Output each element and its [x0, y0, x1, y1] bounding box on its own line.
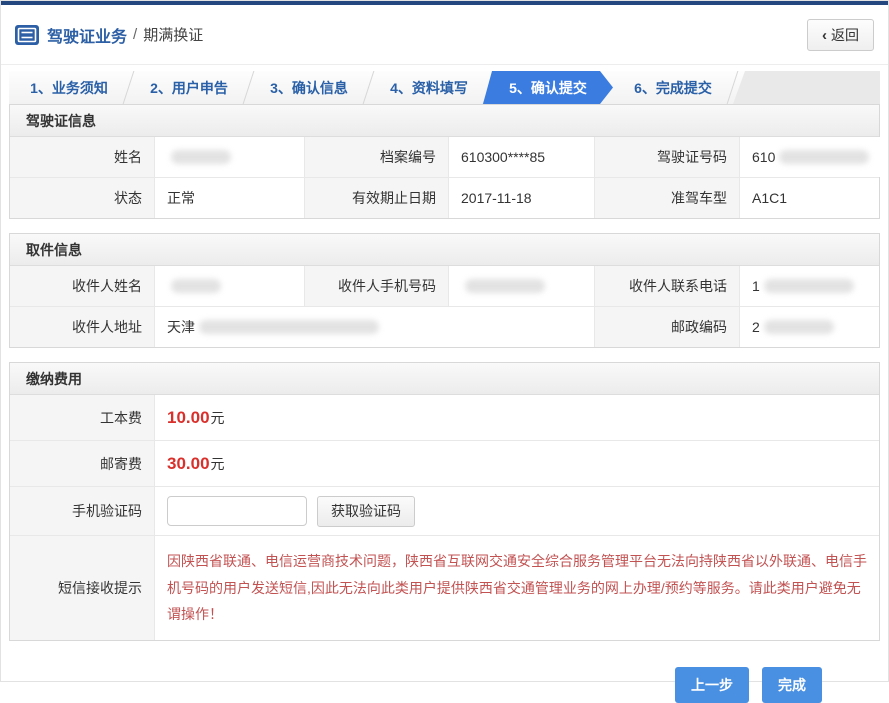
field-label-postal-code: 邮政编码: [594, 307, 739, 347]
back-button[interactable]: ‹ 返回: [807, 19, 874, 51]
field-label-expiry: 有效期止日期: [304, 178, 448, 218]
sms-code-input[interactable]: [167, 496, 307, 526]
table-row: 工本费 10.00元: [10, 395, 879, 441]
step-tab-3[interactable]: 3、确认信息: [249, 71, 369, 104]
field-label-recipient-name: 收件人姓名: [10, 266, 154, 306]
sms-notice-cell: 因陕西省联通、电信运营商技术问题，陕西省互联网交通安全综合服务管理平台无法向持陕…: [154, 536, 879, 640]
field-value-status: 正常: [154, 178, 304, 218]
redacted-value: [764, 320, 834, 334]
field-value-license-no: 610: [739, 137, 881, 177]
license-info-section: 驾驶证信息 姓名 档案编号 610300****85 驾驶证号码 610 状态 …: [9, 104, 880, 219]
back-button-label: 返回: [831, 25, 859, 45]
field-value-expiry: 2017-11-18: [448, 178, 594, 218]
field-label-file-no: 档案编号: [304, 137, 448, 177]
table-row: 邮寄费 30.00元: [10, 441, 879, 487]
page-header: 驾驶证业务 / 期满换证 ‹ 返回: [1, 5, 888, 65]
field-label-vehicle-class: 准驾车型: [594, 178, 739, 218]
finish-button[interactable]: 完成: [762, 667, 822, 703]
table-row: 状态 正常 有效期止日期 2017-11-18 准驾车型 A1C1: [10, 178, 879, 218]
step-tab-6[interactable]: 6、完成提交: [613, 71, 733, 104]
field-label-production-fee: 工本费: [10, 395, 154, 440]
redacted-value: [199, 320, 379, 334]
fees-section-title: 缴纳费用: [10, 363, 879, 395]
field-label-postage-fee: 邮寄费: [10, 441, 154, 486]
table-row: 收件人姓名 收件人手机号码 收件人联系电话 1: [10, 266, 879, 307]
license-section-title: 驾驶证信息: [10, 105, 879, 137]
fee-unit: 元: [211, 408, 225, 428]
redacted-value: [764, 279, 854, 293]
redacted-value: [171, 150, 231, 164]
field-label-address: 收件人地址: [10, 307, 154, 347]
step-tab-2[interactable]: 2、用户申告: [129, 71, 249, 104]
field-value-contact-phone: 1: [739, 266, 879, 306]
field-value-postage-fee: 30.00元: [154, 441, 879, 486]
sms-notice-text: 因陕西省联通、电信运营商技术问题，陕西省互联网交通安全综合服务管理平台无法向持陕…: [167, 548, 867, 628]
field-label-contact-phone: 收件人联系电话: [594, 266, 739, 306]
table-row: 姓名 档案编号 610300****85 驾驶证号码 610: [10, 137, 879, 178]
tabs-filler: [733, 71, 880, 104]
production-fee-amount: 10.00: [167, 408, 210, 428]
pickup-section-title: 取件信息: [10, 234, 879, 266]
table-row: 手机验证码 获取验证码: [10, 487, 879, 536]
step-tabs: 1、业务须知 2、用户申告 3、确认信息 4、资料填写 5、确认提交 6、完成提…: [9, 71, 880, 104]
field-label-license-no: 驾驶证号码: [594, 137, 739, 177]
chevron-left-icon: ‹: [822, 28, 827, 43]
field-value-address: 天津: [154, 307, 594, 347]
field-label-sms-notice: 短信接收提示: [10, 536, 154, 640]
field-value-name: [154, 137, 304, 177]
field-value-production-fee: 10.00元: [154, 395, 879, 440]
fee-unit: 元: [211, 454, 225, 474]
field-value-recipient-mobile: [448, 266, 594, 306]
field-value-recipient-name: [154, 266, 304, 306]
step-tab-4[interactable]: 4、资料填写: [369, 71, 489, 104]
bottom-actions: 上一步 完成: [1, 655, 888, 703]
field-value-vehicle-class: A1C1: [739, 178, 879, 218]
field-value-file-no: 610300****85: [448, 137, 594, 177]
sms-code-field: 获取验证码: [154, 487, 879, 535]
pickup-info-section: 取件信息 收件人姓名 收件人手机号码 收件人联系电话 1 收件人地址 天津 邮政…: [9, 233, 880, 348]
field-label-recipient-mobile: 收件人手机号码: [304, 266, 448, 306]
breadcrumb-separator: /: [133, 26, 137, 43]
breadcrumb-current: 期满换证: [143, 24, 203, 45]
page-title: 驾驶证业务: [47, 23, 127, 47]
redacted-value: [171, 279, 221, 293]
table-row: 收件人地址 天津 邮政编码 2: [10, 307, 879, 347]
postage-fee-amount: 30.00: [167, 454, 210, 474]
redacted-value: [779, 150, 869, 164]
table-row: 短信接收提示 因陕西省联通、电信运营商技术问题，陕西省互联网交通安全综合服务管理…: [10, 536, 879, 640]
field-label-sms-code: 手机验证码: [10, 487, 154, 535]
step-tab-5-active[interactable]: 5、确认提交: [483, 71, 613, 104]
field-value-postal-code: 2: [739, 307, 879, 347]
previous-step-button[interactable]: 上一步: [675, 667, 749, 703]
field-label-status: 状态: [10, 178, 154, 218]
redacted-value: [465, 279, 545, 293]
fees-section: 缴纳费用 工本费 10.00元 邮寄费 30.00元 手机验证码 获取验证码 短…: [9, 362, 880, 641]
license-list-icon: [15, 25, 39, 45]
field-label-name: 姓名: [10, 137, 154, 177]
get-sms-code-button[interactable]: 获取验证码: [317, 496, 415, 527]
step-tab-1[interactable]: 1、业务须知: [9, 71, 129, 104]
